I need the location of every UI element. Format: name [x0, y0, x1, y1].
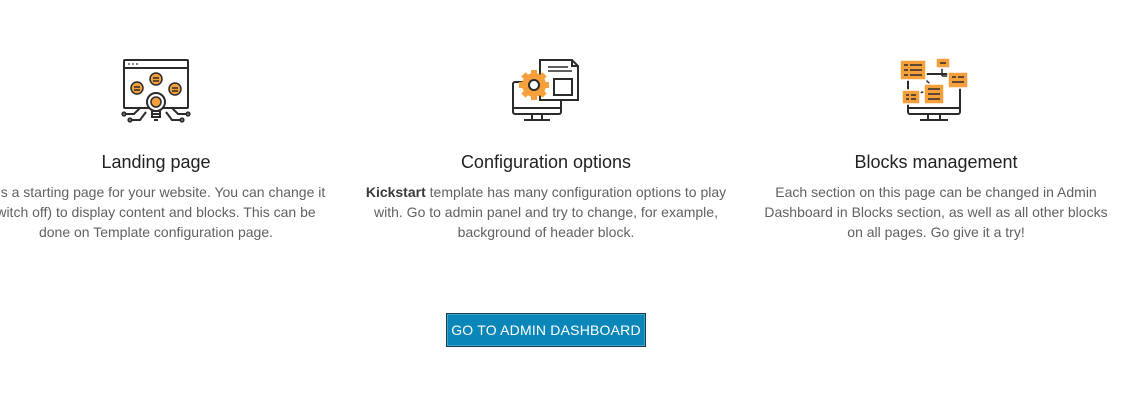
description-line: Kickstart template has many configuratio… [362, 182, 730, 202]
gear-document-monitor-icon [510, 56, 582, 128]
feature-description: s is a starting page for your website. Y… [0, 182, 336, 242]
feature-description: Kickstart template has many configuratio… [362, 182, 730, 242]
description-line: Dashboard in Blocks section, as well as … [764, 204, 1108, 220]
description-line: witch off) to display content and blocks… [0, 204, 316, 220]
idea-network-icon [120, 56, 192, 128]
description-line: done on Template configuration page. [38, 224, 274, 240]
description-line: Each section on this page can be changed… [775, 184, 1097, 200]
description-line: background of header block. [457, 224, 635, 240]
description-line: on all pages. Go give it a try! [847, 224, 1025, 240]
blocks-monitor-icon [898, 56, 970, 128]
description-line-text: template has many configuration options … [425, 184, 727, 200]
description-bold: Kickstart [365, 184, 426, 200]
features-section: Landing page s is a starting page for yo… [0, 0, 1136, 420]
feature-description: Each section on this page can be changed… [756, 182, 1116, 242]
description-line: s is a starting page for your website. Y… [0, 184, 326, 200]
feature-title: Configuration options [460, 152, 632, 172]
feature-title: Landing page [101, 152, 211, 172]
description-line: with. Go to admin panel and try to chang… [374, 204, 718, 220]
go-to-admin-dashboard-button[interactable]: GO TO ADMIN DASHBOARD [446, 313, 646, 347]
feature-title: Blocks management [854, 152, 1018, 172]
